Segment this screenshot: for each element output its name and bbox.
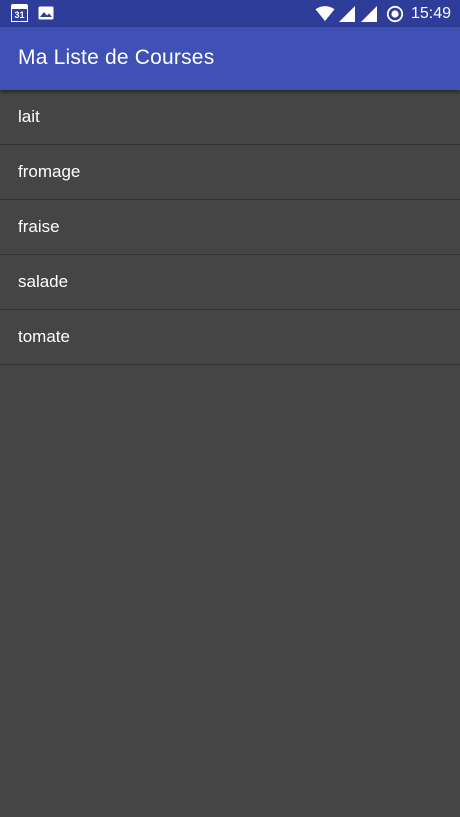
list-item[interactable]: lait [0,90,460,145]
calendar-day: 31 [11,9,28,22]
app-bar: Ma Liste de Courses [0,27,460,90]
sync-icon [386,5,404,23]
status-time: 15:49 [410,5,451,22]
list-item[interactable]: salade [0,255,460,310]
signal-icon [338,6,355,22]
app-title: Ma Liste de Courses [18,46,215,69]
list-item[interactable]: fromage [0,145,460,200]
shopping-list: lait fromage fraise salade tomate [0,90,460,365]
signal-icon-2 [360,6,377,22]
status-notifications: 31 [11,4,54,22]
list-item[interactable]: tomate [0,310,460,365]
wifi-icon [315,6,335,21]
status-bar: 31 15:49 [0,0,460,27]
image-icon [38,6,54,20]
status-system-icons: 15:49 [315,4,451,24]
calendar-icon: 31 [11,4,28,22]
list-item[interactable]: fraise [0,200,460,255]
